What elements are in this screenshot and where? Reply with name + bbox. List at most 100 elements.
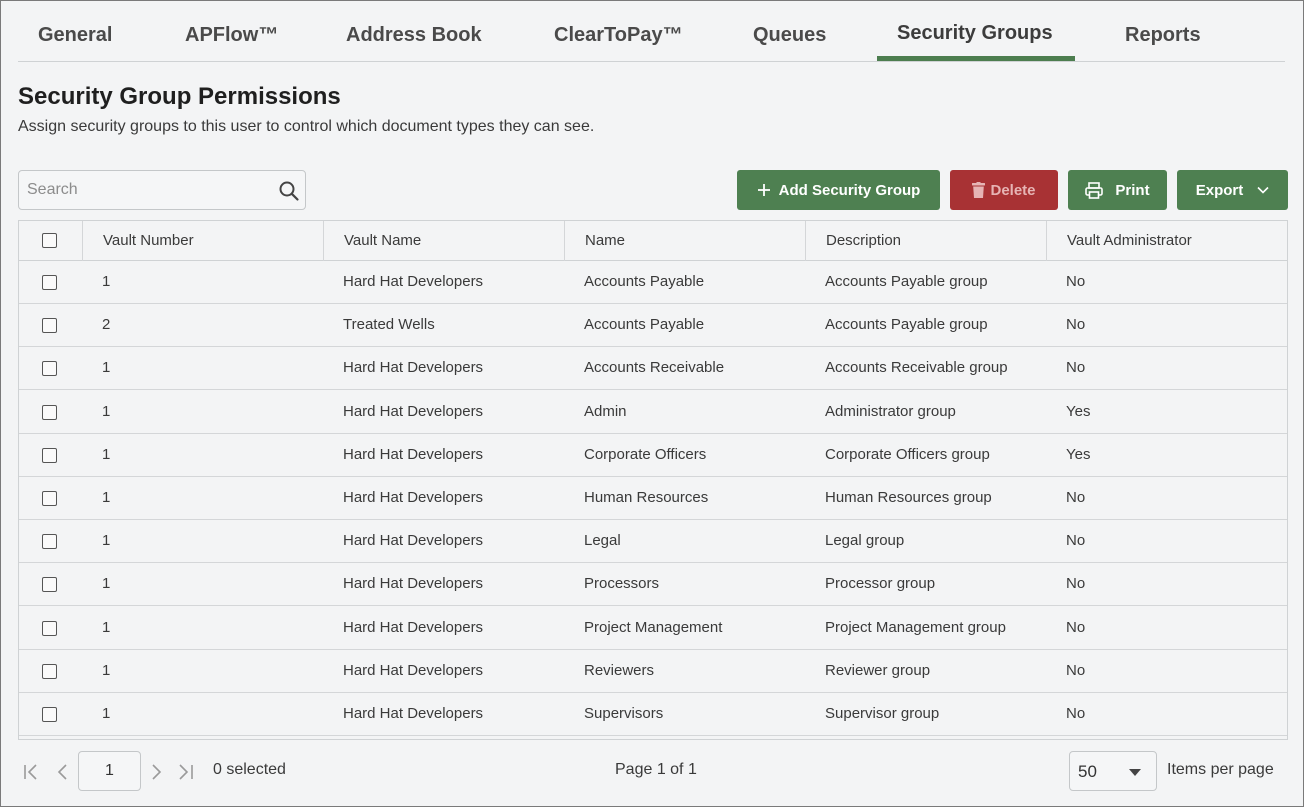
previous-page-icon[interactable] [54, 763, 74, 781]
tab-apflow[interactable]: APFlow™ [185, 24, 278, 47]
cell-vault-number: 1 [102, 705, 111, 722]
column-header-vault-name[interactable]: Vault Name [323, 221, 564, 261]
search-input[interactable] [19, 171, 269, 209]
tab-address-book[interactable]: Address Book [346, 24, 482, 47]
cell-vault-number: 1 [102, 575, 111, 593]
row-checkbox[interactable] [42, 404, 57, 420]
row-checkbox[interactable] [42, 707, 57, 722]
row-checkbox[interactable] [42, 318, 57, 334]
table-header: Vault Number Vault Name Name Description… [19, 221, 1287, 261]
tab-bar: General APFlow™ Address Book ClearToPay™… [18, 14, 1285, 62]
select-all-checkbox[interactable] [42, 233, 57, 248]
tab-reports[interactable]: Reports [1125, 24, 1201, 47]
table-row[interactable]: 2 Treated Wells Accounts Payable Accounts P… [19, 304, 1287, 348]
table-row[interactable]: 1 Hard Hat Developers Reviewers Reviewer gr… [19, 650, 1287, 693]
cell-name: Processors [584, 575, 660, 593]
cell-vault-number: 2 [102, 316, 111, 334]
cell-description: Corporate Officers group [825, 445, 990, 463]
items-per-page-label: Items per page [1167, 761, 1274, 778]
cell-vault-number: 1 [102, 618, 111, 636]
selected-count: 0 selected [213, 761, 286, 778]
page-title: Security Group Permissions [18, 83, 341, 110]
cell-vault-administrator: No [1066, 316, 1086, 334]
cell-vault-number: 1 [102, 359, 111, 377]
cell-vault-number: 1 [102, 445, 111, 463]
cell-vault-name: Hard Hat Developers [343, 445, 484, 463]
export-button[interactable]: Export [1177, 170, 1288, 210]
cell-vault-number: 1 [102, 661, 111, 679]
cell-vault-administrator: No [1066, 532, 1086, 550]
table-row[interactable]: 1 Hard Hat Developers Accounts Receivable A… [19, 347, 1287, 391]
cell-vault-number: 1 [102, 273, 111, 290]
cell-vault-administrator: No [1066, 489, 1086, 506]
pagination-bar: 1 0 selected Page 1 of 1 50 Items per pa… [18, 744, 1288, 800]
row-checkbox[interactable] [42, 663, 57, 679]
cell-name: Accounts Payable [584, 316, 705, 334]
tab-cleartopay[interactable]: ClearToPay™ [554, 24, 683, 47]
row-checkbox[interactable] [42, 577, 57, 593]
add-security-group-button[interactable]: Add Security Group [737, 170, 940, 210]
trash-icon [972, 182, 986, 198]
add-security-group-label: Add Security Group [778, 181, 921, 199]
cell-vault-administrator: No [1066, 661, 1086, 679]
tab-queues[interactable]: Queues [753, 24, 826, 47]
search-icon[interactable] [278, 180, 300, 202]
cell-name: Supervisors [584, 705, 664, 722]
first-page-icon[interactable] [22, 763, 42, 781]
active-tab-indicator [877, 56, 1075, 61]
cell-description: Accounts Receivable group [825, 359, 1008, 377]
printer-icon [1085, 181, 1104, 199]
cell-name: Reviewers [584, 661, 655, 679]
print-label: Print [1115, 181, 1150, 199]
cell-description: Legal group [825, 532, 905, 550]
caret-down-icon [1129, 769, 1141, 776]
security-groups-table: Vault Number Vault Name Name Description… [18, 220, 1288, 740]
table-row[interactable]: 1 Hard Hat Developers Admin Administrator g… [19, 391, 1287, 434]
select-all-cell [19, 221, 82, 261]
export-label: Export [1195, 181, 1244, 199]
print-button[interactable]: Print [1068, 170, 1167, 210]
next-page-icon[interactable] [146, 763, 166, 781]
row-checkbox[interactable] [42, 447, 57, 463]
cell-vault-name: Hard Hat Developers [343, 273, 484, 290]
row-checkbox[interactable] [42, 361, 57, 377]
cell-vault-administrator: Yes [1066, 402, 1091, 420]
items-per-page-value: 50 [1078, 762, 1097, 781]
table-row[interactable]: 1 Hard Hat Developers Corporate Officers Co… [19, 434, 1287, 477]
tab-security-groups[interactable]: Security Groups [897, 22, 1053, 45]
row-checkbox[interactable] [42, 620, 57, 636]
cell-name: Project Management [584, 618, 723, 636]
cell-name: Human Resources [584, 489, 709, 506]
table-row[interactable]: 1 Hard Hat Developers Human Resources Human… [19, 477, 1287, 520]
items-per-page-select[interactable]: 50 [1069, 751, 1157, 791]
cell-description: Project Management group [825, 618, 1006, 636]
table-row[interactable]: 1 Hard Hat Developers Legal Legal group No [19, 520, 1287, 564]
cell-description: Accounts Payable group [825, 316, 988, 334]
table-row[interactable]: 1 Hard Hat Developers Project Management Pr… [19, 607, 1287, 650]
column-header-description[interactable]: Description [805, 221, 1046, 261]
delete-button[interactable]: Delete [950, 170, 1058, 210]
cell-description: Administrator group [825, 402, 956, 420]
cell-description: Accounts Payable group [825, 273, 988, 290]
tab-general[interactable]: General [38, 24, 112, 47]
cell-vault-number: 1 [102, 532, 111, 550]
cell-vault-administrator: No [1066, 618, 1086, 636]
cell-vault-number: 1 [102, 489, 111, 506]
cell-vault-name: Hard Hat Developers [343, 661, 484, 679]
search-box [18, 170, 306, 210]
column-header-vault-administrator[interactable]: Vault Administrator [1046, 221, 1287, 261]
last-page-icon[interactable] [175, 763, 195, 781]
column-header-name[interactable]: Name [564, 221, 805, 261]
page-number-input[interactable]: 1 [78, 751, 141, 791]
row-checkbox[interactable] [42, 534, 57, 550]
cell-vault-administrator: No [1066, 359, 1086, 377]
table-row[interactable]: 1 Hard Hat Developers Processors Processor … [19, 563, 1287, 607]
cell-vault-name: Hard Hat Developers [343, 618, 484, 636]
delete-label: Delete [990, 181, 1036, 199]
column-header-vault-number[interactable]: Vault Number [82, 221, 323, 261]
row-checkbox[interactable] [42, 275, 57, 290]
table-row[interactable]: 1 Hard Hat Developers Accounts Payable Acco… [19, 261, 1287, 304]
row-checkbox[interactable] [42, 491, 57, 506]
cell-name: Corporate Officers [584, 445, 707, 463]
table-row[interactable]: 1 Hard Hat Developers Supervisors Superviso… [19, 693, 1287, 736]
